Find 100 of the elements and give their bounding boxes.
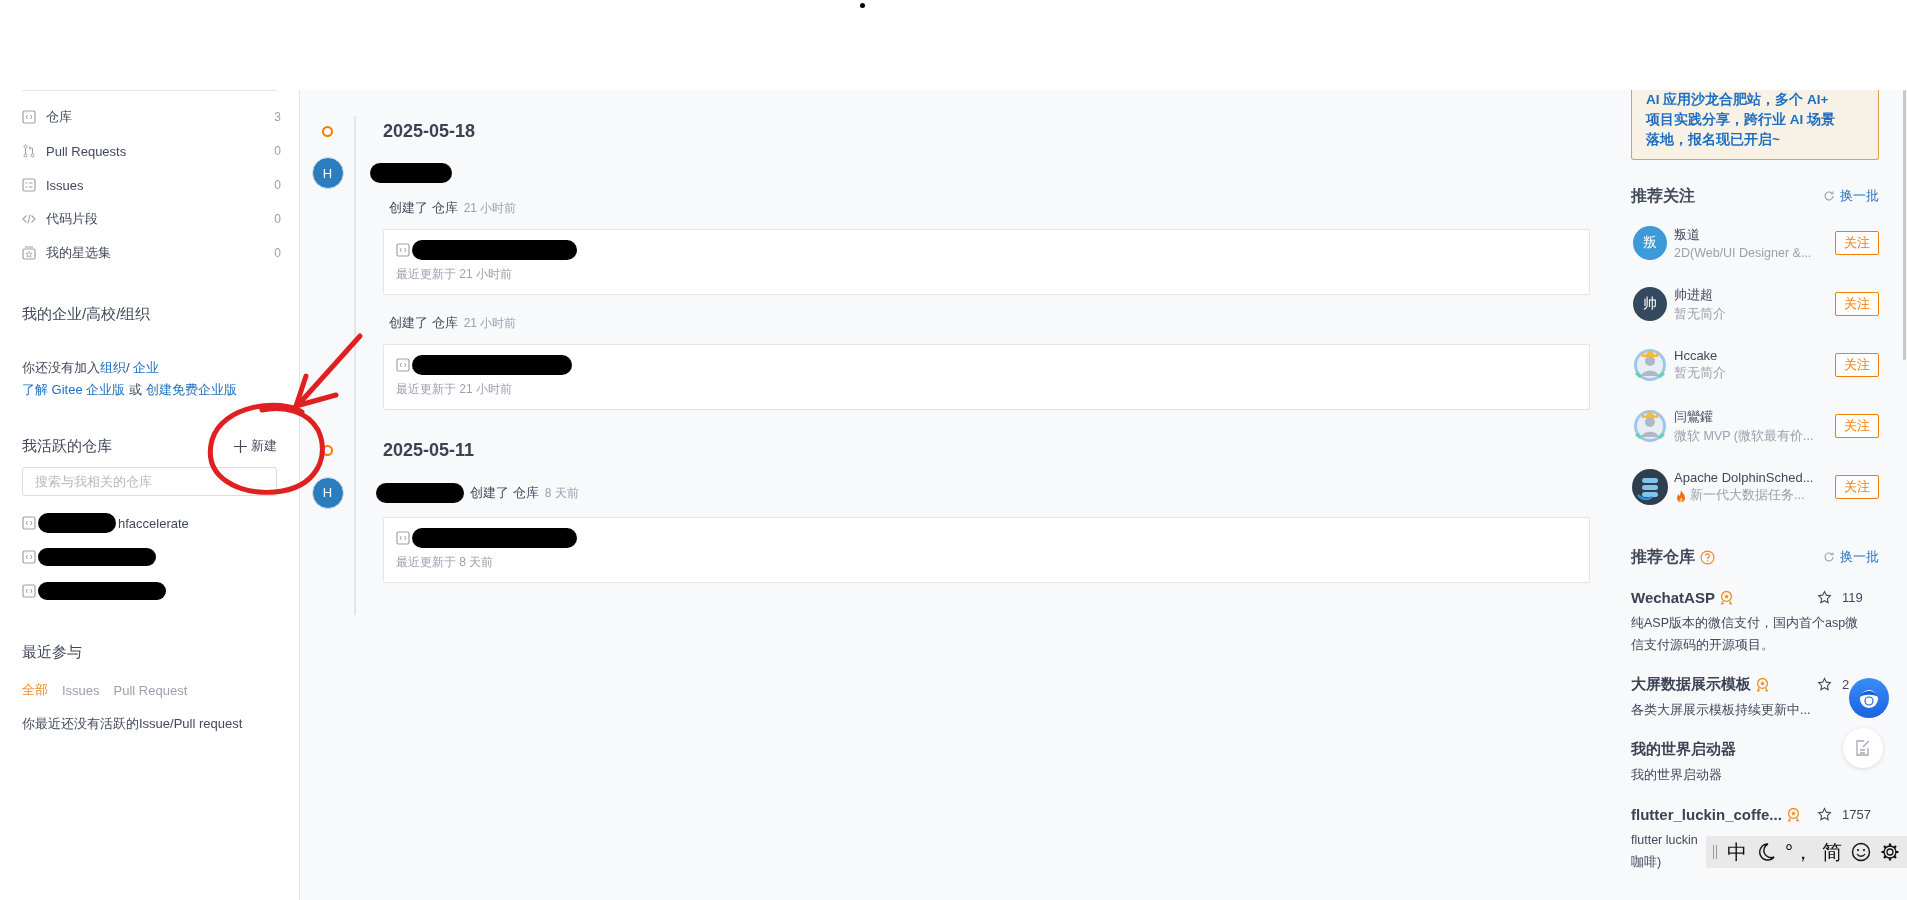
date-heading: 2025-05-18 [383,120,476,142]
user-avatar[interactable]: H [311,477,344,509]
text-link[interactable]: 企业 [133,360,160,375]
code-icon [22,212,36,226]
repository-description: 纯ASP版本的微信支付，国内首个asp微 [1631,615,1859,632]
checklist-icon [22,178,36,192]
repository-icon [22,584,36,598]
repository-description: 各类大屏展示模板持续更新中... [1631,702,1811,719]
repository-icon [22,550,36,564]
help-icon[interactable] [1700,549,1715,565]
empty-message: 你最近还没有活跃的Issue/Pull request [22,715,244,733]
flame-icon [1674,488,1688,503]
ime-key[interactable]: 中 [1727,838,1747,866]
user-avatar[interactable]: H [311,157,344,189]
activity-text: 创建了 仓库 [470,484,539,502]
repository-card[interactable]: 最近更新于 8 天前 [383,517,1590,583]
text-link[interactable]: 了解 Gitee 企业版 [22,382,126,397]
repository-name[interactable]: 大屏数据展示模板 [1631,674,1751,694]
event-banner[interactable]: AI 应用沙龙合肥站，多个 AI+ 项目实践分享，跨行业 AI 场景 落地，报名现已开启~ [1631,90,1879,160]
follow-button[interactable]: 关注 [1835,353,1879,377]
star-count: 1757 [1842,806,1872,822]
section-title: 我活跃的仓库 [22,436,112,456]
medal-icon [1755,676,1770,692]
activity-text: 创建了 仓库 [389,199,458,217]
refresh-link[interactable]: 换一批 [1823,187,1879,205]
updated-time: 最近更新于 8 天前 [396,554,495,571]
org-notice: 了解 Gitee 企业版 或 创建免费企业版 [22,381,238,399]
date-heading: 2025-05-11 [383,439,475,461]
activity-time: 21 小时前 [463,200,517,217]
user-avatar[interactable]: 帅 [1633,287,1667,321]
collection-icon [22,246,36,260]
repository-name[interactable]: WechatASP [1631,588,1715,606]
repository-name[interactable]: flutter_luckin_coffe... [1631,805,1782,823]
user-avatar[interactable]: 叛 [1633,226,1667,260]
star-count: 2 [1842,676,1851,692]
user-name[interactable]: Hccake [1674,348,1830,363]
user-bio: 暂无简介 [1674,365,1726,382]
scrollbar[interactable] [1903,90,1906,360]
user-bio: 微软 MVP (微软最有价... [1674,427,1814,445]
text-link[interactable]: 创建免费企业版 [145,382,237,397]
moon-icon[interactable] [1756,842,1776,862]
medal-icon [1785,806,1801,822]
search-field[interactable]: 搜索与我相关的仓库 [22,467,277,496]
repository-card[interactable]: 最近更新于 21 小时前 [383,229,1590,295]
repository-description: 咖啡) [1631,854,1662,871]
dot-mark [860,3,865,8]
repository-link[interactable]: hfaccelerate [118,515,189,531]
refresh-icon [1823,190,1835,202]
feedback-button[interactable] [1843,728,1883,768]
star-icon [1817,806,1832,822]
refresh-link[interactable]: 换一批 [1823,548,1879,566]
star-icon [1817,589,1832,605]
user-bio: 新一代大数据任务... [1690,487,1805,504]
filter-tab[interactable]: Pull Request [113,682,188,698]
user-name[interactable]: Apache DolphinSched... [1674,470,1830,485]
user-name[interactable]: 闫鸞鑵 [1674,407,1830,426]
database-logo-icon[interactable] [1631,468,1669,506]
smiley-icon[interactable] [1851,842,1871,862]
avatar-picture-icon[interactable] [1631,407,1669,445]
section-title: 最近参与 [22,642,83,662]
avatar-picture-icon[interactable] [1631,346,1669,384]
user-name[interactable]: 叛道 [1674,226,1830,244]
follow-button[interactable]: 关注 [1835,231,1879,255]
follow-button[interactable]: 关注 [1835,292,1879,316]
medal-icon [1718,589,1734,605]
ime-key[interactable]: 简 [1822,838,1842,866]
star-icon [1817,676,1832,692]
activity-time: 21 小时前 [463,315,517,332]
settings-icon[interactable] [1880,842,1900,862]
repository-description: flutter luckin [1631,832,1698,849]
follow-button[interactable]: 关注 [1835,475,1879,499]
refresh-icon [1823,551,1835,563]
filter-tab[interactable]: Issues [62,682,100,698]
star-count: 119 [1842,589,1864,605]
drag-handle-icon[interactable] [1712,842,1718,862]
user-bio: 2D(Web/UI Designer &... [1674,246,1812,260]
timeline-dot [322,125,333,137]
follow-button[interactable]: 关注 [1835,414,1879,438]
section-title: 我的企业/高校/组织 [22,304,152,324]
repository-card[interactable]: 最近更新于 21 小时前 [383,344,1590,410]
ime-key[interactable]: °， [1785,838,1813,866]
repository-description: 我的世界启动器 [1631,767,1722,784]
assistant-button[interactable] [1849,678,1889,718]
note-icon [1854,739,1872,757]
user-name[interactable]: 帅进超 [1674,285,1830,304]
activity-text: 创建了 仓库 [389,314,458,332]
updated-time: 最近更新于 21 小时前 [396,266,513,283]
user-bio: 暂无简介 [1674,305,1726,323]
repository-name[interactable]: 我的世界启动器 [1631,739,1736,759]
plus-icon [234,439,247,453]
updated-time: 最近更新于 21 小时前 [396,381,513,398]
activity-time: 8 天前 [544,485,579,502]
section-title: 推荐仓库 [1631,546,1695,567]
repository-icon [22,110,36,124]
repository-icon [396,531,410,545]
pull-request-icon [22,144,36,158]
org-notice: 你还没有加入组织/ 企业 [22,359,161,377]
new-repository-button[interactable]: 新建 [234,437,277,455]
text-link[interactable]: 组织 [100,360,126,375]
repository-description: 信支付源码的开源项目。 [1631,637,1774,654]
